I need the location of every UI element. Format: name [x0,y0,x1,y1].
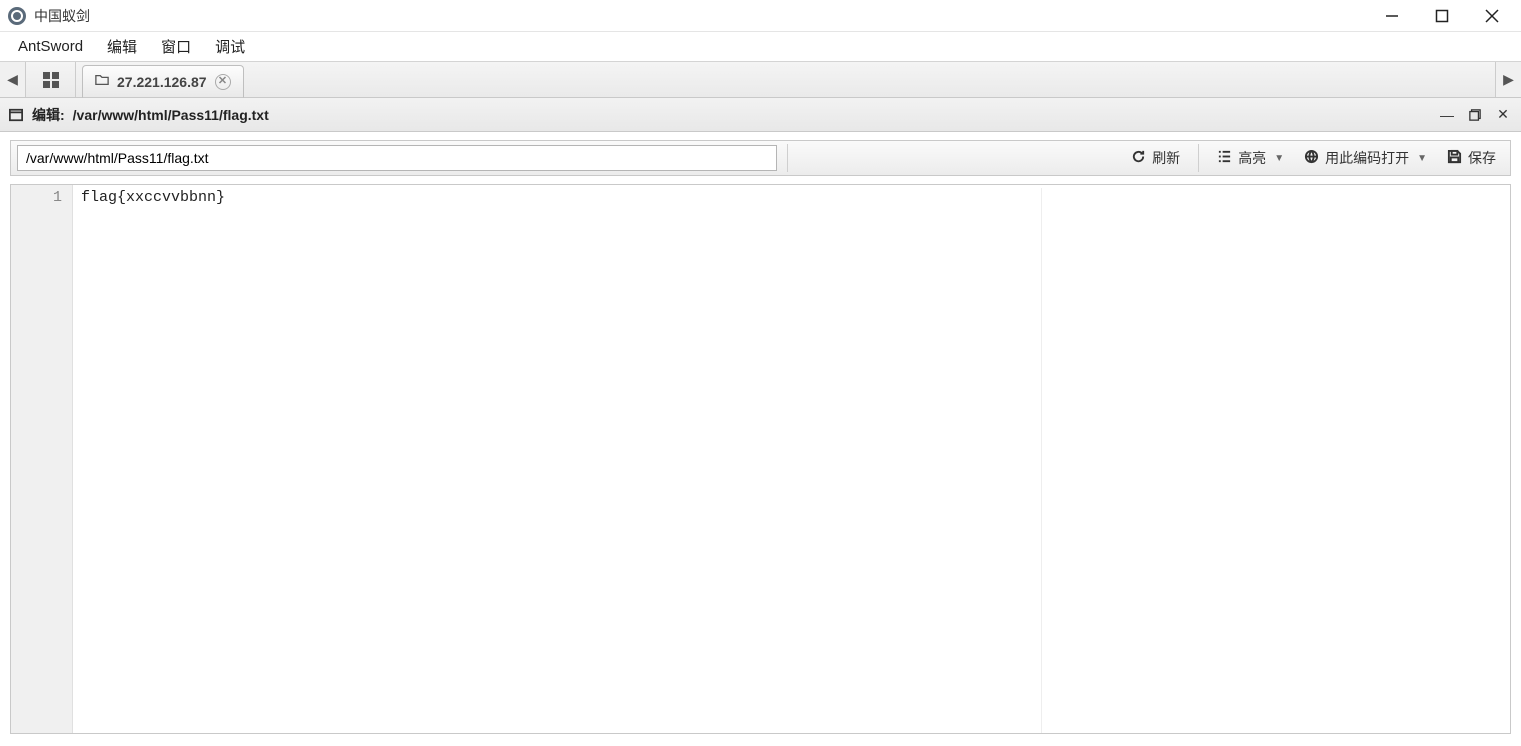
refresh-button[interactable]: 刷新 [1123,144,1188,172]
tab-close-button[interactable]: ✕ [215,74,231,90]
home-tab[interactable] [26,62,76,97]
toolbar-divider [787,144,788,172]
save-button[interactable]: 保存 [1439,144,1504,172]
chevron-down-icon: ▼ [1274,153,1284,164]
refresh-label: 刷新 [1152,148,1180,168]
maximize-button[interactable] [1417,0,1467,32]
editor-toolbar: 刷新 高亮 ▼ 用此编码打开 ▼ 保存 [10,140,1511,176]
panel-header: 编辑: /var/www/html/Pass11/flag.txt — ✕ [0,98,1521,132]
panel-minimize-button[interactable]: — [1437,105,1457,125]
menubar: AntSword 编辑 窗口 调试 [0,32,1521,62]
line-number: 1 [11,188,62,208]
menu-edit[interactable]: 编辑 [95,32,149,61]
panel-title-prefix: 编辑: [32,105,65,125]
refresh-icon [1131,149,1146,167]
toolbar-divider [1198,144,1199,172]
tab-scroll-left[interactable]: ◀ [0,62,26,97]
window-icon [8,107,24,123]
minimize-button[interactable] [1367,0,1417,32]
window-title: 中国蚁剑 [34,6,90,26]
highlight-label: 高亮 [1238,148,1266,168]
code-line: flag{xxccvvbbnn} [81,188,1041,208]
panel-close-button[interactable]: ✕ [1493,105,1513,125]
encoding-button[interactable]: 用此编码打开 ▼ [1296,144,1435,172]
globe-icon [1304,149,1319,167]
folder-icon [95,73,109,90]
menu-appname[interactable]: AntSword [6,34,95,59]
tabstrip: ◀ 27.221.126.87 ✕ ▶ [0,62,1521,98]
highlight-button[interactable]: 高亮 ▼ [1209,144,1292,172]
menu-debug[interactable]: 调试 [203,32,257,61]
app-icon [8,7,26,25]
close-button[interactable] [1467,0,1517,32]
tab-active[interactable]: 27.221.126.87 ✕ [82,65,244,98]
save-icon [1447,149,1462,167]
editor-gutter: 1 [11,185,73,733]
grid-icon [43,72,59,88]
panel-title-path: /var/www/html/Pass11/flag.txt [73,107,269,123]
path-input[interactable] [17,145,777,171]
list-icon [1217,149,1232,167]
chevron-down-icon: ▼ [1417,153,1427,164]
menu-window[interactable]: 窗口 [149,32,203,61]
save-label: 保存 [1468,148,1496,168]
editor[interactable]: 1 flag{xxccvvbbnn} [10,184,1511,734]
panel-maximize-button[interactable] [1465,105,1485,125]
editor-code-area[interactable]: flag{xxccvvbbnn} [73,185,1510,733]
tab-label: 27.221.126.87 [117,74,207,90]
editor-right-column [1041,188,1502,733]
tab-scroll-right[interactable]: ▶ [1495,62,1521,97]
encoding-label: 用此编码打开 [1325,148,1409,168]
